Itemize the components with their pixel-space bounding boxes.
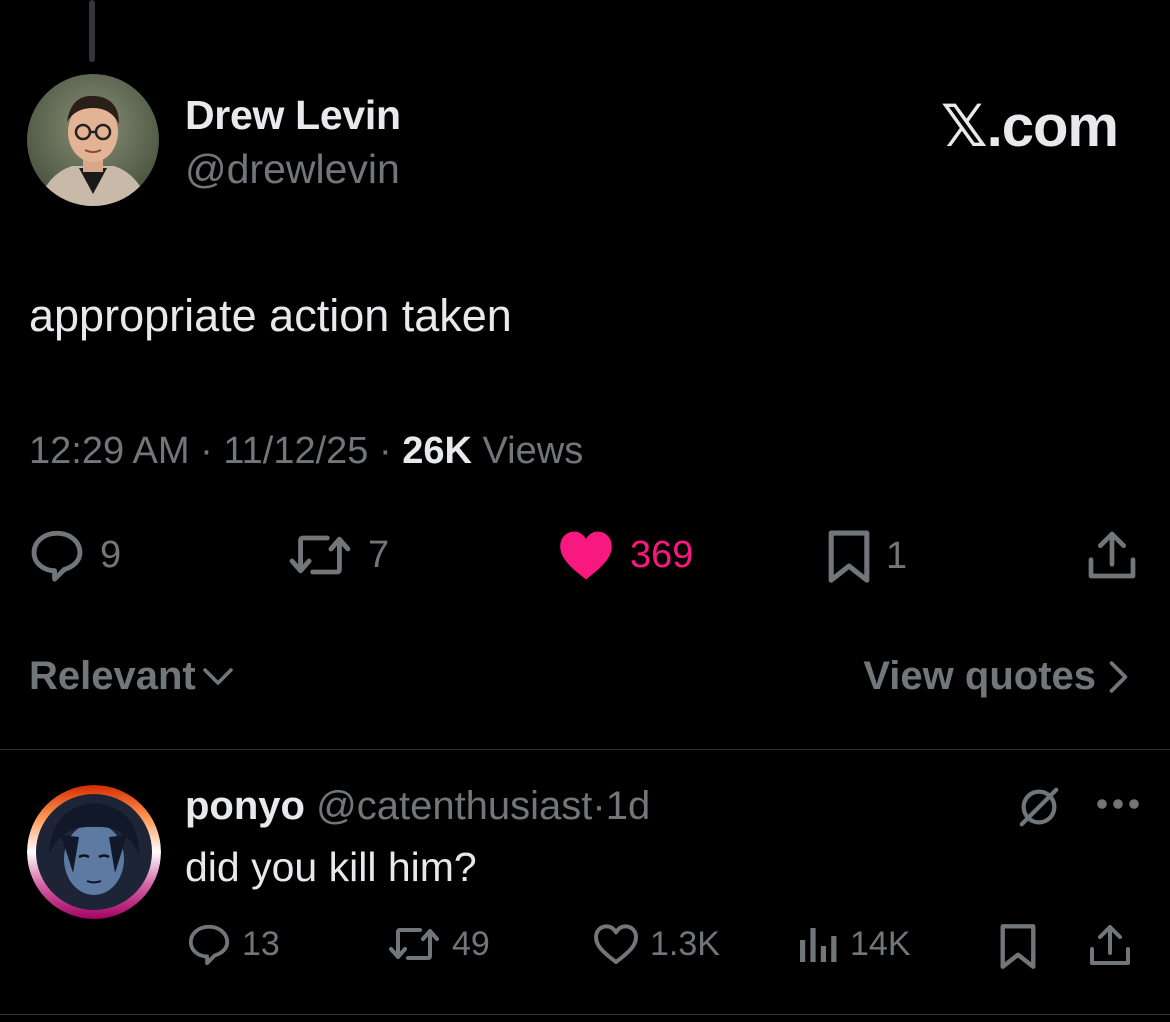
reply-avatar-image <box>27 785 161 919</box>
views-count: 26K <box>402 430 472 472</box>
speech-bubble-icon <box>31 530 83 582</box>
bookmark-count: 1 <box>886 534 908 577</box>
brand-suffix: .com <box>986 94 1119 159</box>
brand-logo: 𝕏.com <box>940 92 1119 160</box>
heart-icon <box>560 531 612 580</box>
x-logo-icon: 𝕏 <box>940 92 988 160</box>
bookmark-icon <box>1000 924 1036 969</box>
like-button[interactable]: 369 <box>556 528 693 582</box>
repost-button[interactable]: 7 <box>286 528 389 582</box>
reply-count: 9 <box>100 533 122 576</box>
reply-time[interactable]: 1d <box>606 784 651 828</box>
reply-reply-count: 13 <box>242 924 280 963</box>
share-upload-icon <box>1088 531 1136 579</box>
share-upload-icon <box>1090 925 1130 965</box>
heart-icon <box>594 924 638 964</box>
reply-author-handle[interactable]: @catenthusiast <box>316 784 592 828</box>
author-display-name[interactable]: Drew Levin <box>185 92 401 139</box>
thread-connector-line <box>89 0 95 62</box>
reply-views-count: 14K <box>850 924 911 963</box>
reply-share-button[interactable] <box>1086 922 1134 973</box>
repost-arrows-icon <box>289 535 351 575</box>
reply-like-button[interactable]: 1.3K <box>592 922 720 966</box>
author-avatar[interactable] <box>27 74 159 206</box>
section-divider <box>0 1014 1170 1015</box>
reply-button[interactable]: 9 <box>28 528 121 582</box>
reply-repost-count: 49 <box>452 924 490 963</box>
bookmark-button[interactable]: 1 <box>826 528 907 584</box>
reply-like-count: 1.3K <box>650 924 720 963</box>
more-dots-icon <box>1097 799 1139 809</box>
chevron-right-icon <box>1109 660 1128 693</box>
share-button[interactable] <box>1084 528 1140 582</box>
tweet-text: appropriate action taken <box>29 290 512 341</box>
reply-header: ponyo @catenthusiast·1d <box>185 784 650 829</box>
meta-separator: · <box>379 430 392 472</box>
reply-reply-button[interactable]: 13 <box>186 922 280 966</box>
sort-dropdown[interactable]: Relevant <box>29 654 234 699</box>
tweet-date[interactable]: 11/12/25 <box>223 430 368 472</box>
section-divider <box>0 749 1170 750</box>
meta-separator: · <box>200 430 213 472</box>
reply-author-name[interactable]: ponyo <box>185 784 305 828</box>
like-count: 369 <box>630 533 694 576</box>
view-quotes-link[interactable]: View quotes <box>863 654 1130 699</box>
reply-separator: · <box>592 784 606 828</box>
repost-count: 7 <box>368 533 390 576</box>
reply-text: did you kill him? <box>185 844 477 890</box>
view-quotes-label: View quotes <box>863 654 1096 698</box>
tweet-time[interactable]: 12:29 AM <box>29 430 190 472</box>
more-button[interactable] <box>1096 794 1140 819</box>
views-label: Views <box>482 430 584 472</box>
sort-label: Relevant <box>29 654 196 698</box>
tweet-meta: 12:29 AM · 11/12/25 · 26K Views <box>29 430 583 473</box>
reply-repost-button[interactable]: 49 <box>386 922 490 966</box>
grok-button[interactable] <box>1016 784 1062 835</box>
reply-author-avatar[interactable] <box>27 785 161 919</box>
repost-arrows-icon <box>389 928 439 960</box>
reply-views-button[interactable]: 14K <box>796 922 911 966</box>
bar-chart-icon <box>800 928 837 962</box>
grok-slash-icon <box>1019 787 1059 827</box>
author-avatar-image <box>27 74 159 206</box>
chevron-down-icon <box>202 667 233 685</box>
speech-bubble-icon <box>188 924 230 966</box>
bookmark-icon <box>828 530 870 583</box>
reply-bookmark-button[interactable] <box>998 922 1038 975</box>
author-handle[interactable]: @drewlevin <box>185 146 400 193</box>
